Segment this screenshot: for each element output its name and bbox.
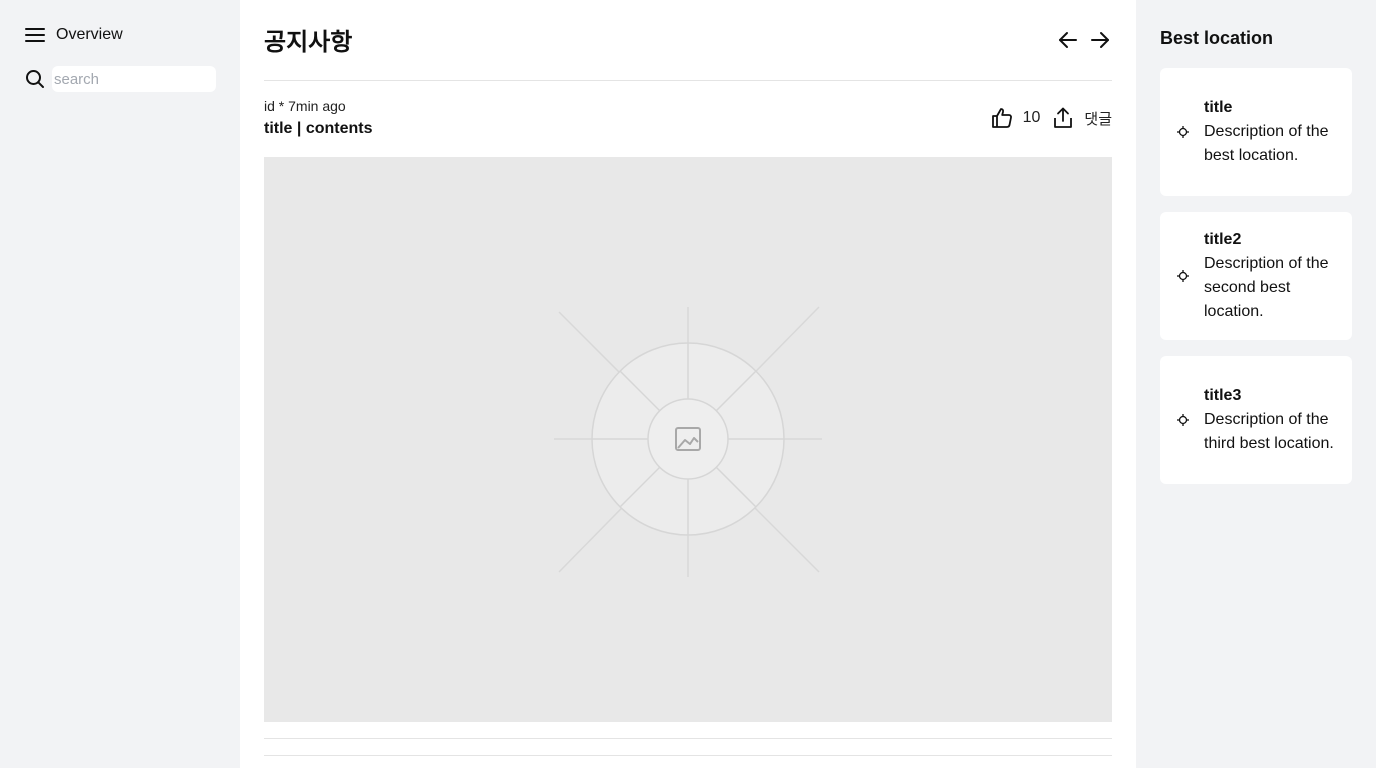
divider [264,738,1112,739]
share-icon[interactable] [1050,105,1076,131]
location-card-title: title2 [1204,231,1242,248]
location-pin-icon [1176,125,1190,139]
nav-arrows [1056,28,1112,52]
search-input[interactable] [52,66,216,92]
location-card[interactable]: title Description of the best location. [1160,68,1352,196]
post-image[interactable] [264,157,1112,722]
location-card[interactable]: title2 Description of the second best lo… [1160,212,1352,340]
location-pin-icon [1176,269,1190,283]
sidebar-title[interactable]: Overview [56,26,123,44]
location-card-description: Description of the third best location. [1204,411,1334,452]
main-content: 공지사항 id * 7min ago title | contents 10 댓… [240,0,1136,768]
location-card-title: title [1204,99,1233,116]
sidebar-header: Overview [24,24,123,46]
search-bar [24,66,216,92]
location-pin-icon [1176,413,1190,427]
divider [264,80,1112,81]
sidebar: Overview [0,0,240,768]
divider [264,755,1112,756]
post-actions: 10 댓글 [989,105,1112,131]
like-count: 10 [1022,109,1041,126]
post-title[interactable]: title | contents [264,120,372,138]
search-icon[interactable] [24,68,46,90]
location-card[interactable]: title3 Description of the third best loc… [1160,356,1352,484]
post-meta: id * 7min ago [264,98,346,114]
best-location-panel: Best location title Description of the b… [1136,0,1376,768]
location-card-description: Description of the second best location. [1204,255,1329,320]
thumbs-up-icon[interactable] [989,105,1015,131]
menu-icon[interactable] [24,24,46,46]
location-card-text: title Description of the best location. [1204,96,1352,168]
location-card-title: title3 [1204,387,1242,404]
arrow-right-icon[interactable] [1088,28,1112,52]
location-card-text: title2 Description of the second best lo… [1204,228,1352,324]
location-card-description: Description of the best location. [1204,123,1329,164]
comment-button[interactable]: 댓글 [1084,108,1112,129]
location-card-text: title3 Description of the third best loc… [1204,384,1352,456]
arrow-left-icon[interactable] [1056,28,1080,52]
page-title: 공지사항 [264,28,353,56]
panel-title: Best location [1160,28,1274,48]
